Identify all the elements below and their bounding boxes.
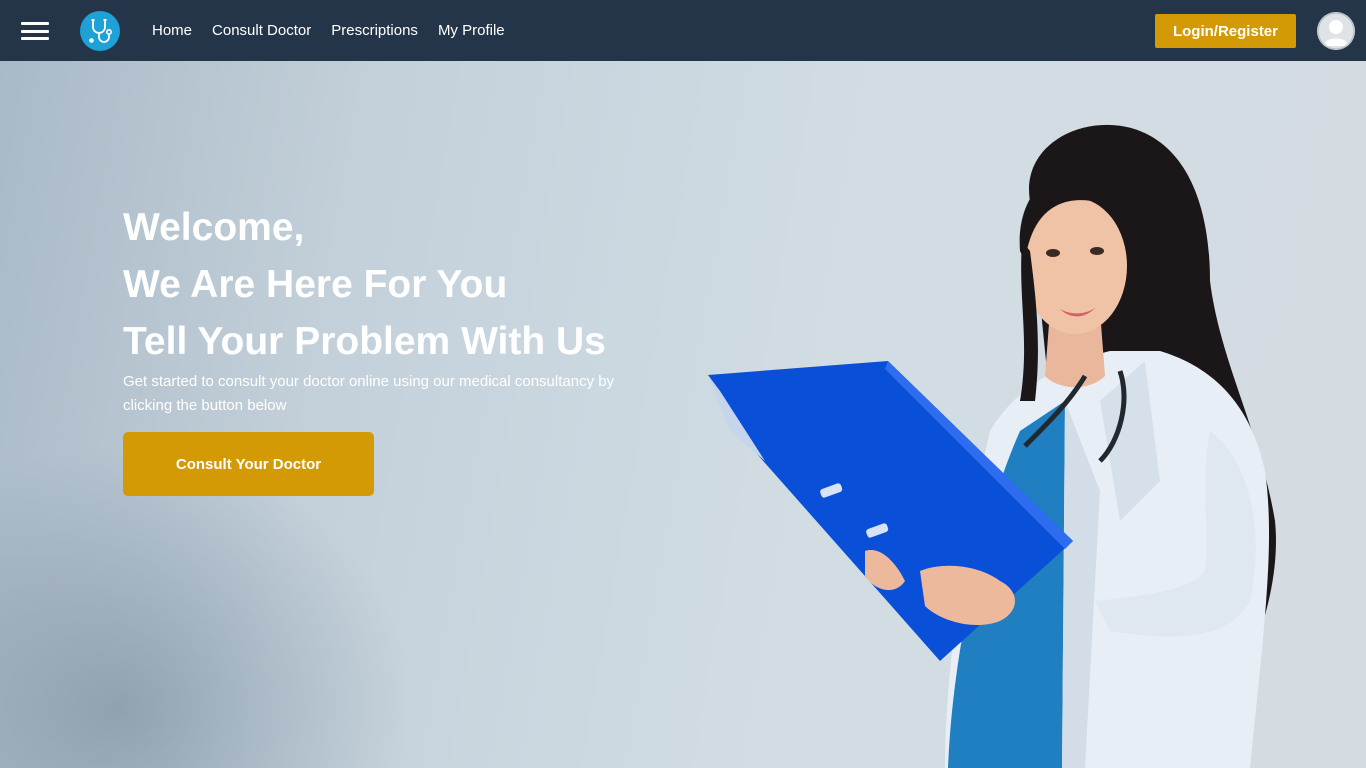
nav-link-my-profile[interactable]: My Profile (438, 22, 505, 39)
hero-headline-line-2: We Are Here For You (123, 263, 508, 306)
hero-headline-line-1: Welcome, (123, 206, 305, 249)
nav-link-consult-doctor[interactable]: Consult Doctor (212, 22, 311, 39)
hamburger-menu-icon[interactable] (21, 22, 49, 40)
consult-your-doctor-button[interactable]: Consult Your Doctor (123, 432, 374, 496)
hero-text-block: Welcome, We Are Here For You Tell Your P… (123, 199, 683, 418)
hero-section: Welcome, We Are Here For You Tell Your P… (0, 61, 1366, 768)
doctor-holding-blue-folder-photo (708, 124, 1276, 768)
login-register-button[interactable]: Login/Register (1155, 14, 1296, 48)
top-navbar: Home Consult Doctor Prescriptions My Pro… (0, 0, 1366, 61)
nav-link-home[interactable]: Home (152, 22, 192, 39)
hero-headline-line-3: Tell Your Problem With Us (123, 320, 606, 363)
nav-link-prescriptions[interactable]: Prescriptions (331, 22, 418, 39)
hero-subtext: Get started to consult your doctor onlin… (123, 373, 615, 414)
user-avatar-icon[interactable] (1317, 12, 1355, 50)
nav-links: Home Consult Doctor Prescriptions My Pro… (152, 0, 525, 61)
stethoscope-icon[interactable] (80, 11, 120, 51)
